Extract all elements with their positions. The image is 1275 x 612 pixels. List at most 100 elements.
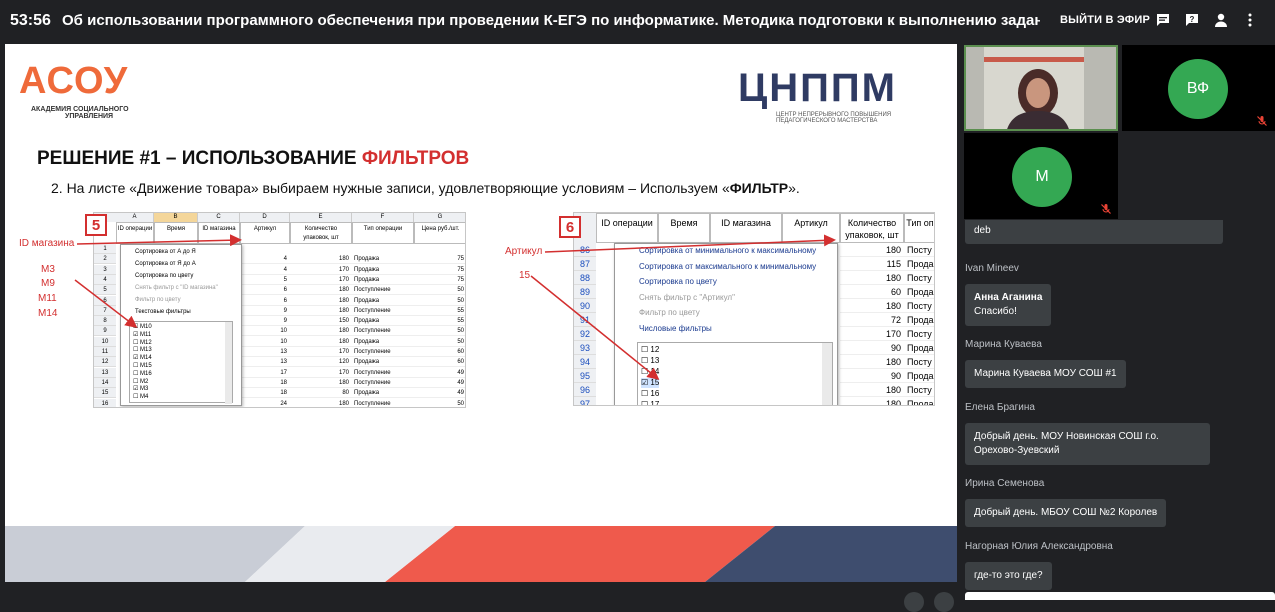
cell-type: Поступление: [352, 306, 414, 316]
filter-checkbox-item: ☐ 17: [641, 400, 660, 406]
chat-input[interactable]: [965, 592, 1275, 600]
chat-sender: Нагорная Юлия Александровна: [965, 541, 1113, 552]
column-letter: F: [352, 213, 414, 222]
row-number: 94: [574, 355, 596, 369]
dropdown-menu-item: Сортировка от минимального к максимально…: [639, 246, 817, 255]
row-number: 13: [94, 367, 116, 378]
cell-qty: 90: [840, 369, 904, 383]
cell-qty: 180: [840, 271, 904, 285]
dropdown-menu-item: Фильтр по цвету: [639, 308, 700, 317]
filter-dropdown: Сортировка от А до Я Сортировка от Я до А…: [120, 244, 242, 406]
cell-type: Посту: [904, 243, 934, 257]
filter-checkbox-item: ☐ M16: [133, 370, 152, 377]
cell-price: 50: [414, 326, 465, 337]
cell-type: Прода: [904, 257, 934, 271]
cell-qty: 60: [840, 285, 904, 299]
cell-type: Продажа: [352, 357, 414, 368]
column-letter: A: [116, 213, 154, 222]
column-header: Количество упаковок, шт: [840, 213, 904, 243]
cell-price: 50: [414, 337, 465, 347]
chat-sender: Марина Куваева: [965, 339, 1042, 350]
filter-checkbox-item: ☐ M2: [133, 378, 149, 385]
cell-type: Поступление: [352, 326, 414, 337]
cell-price: 50: [414, 296, 465, 306]
participant-tile-video[interactable]: [964, 45, 1118, 131]
slide-footer-band: [5, 526, 957, 582]
row-number: 89: [574, 285, 596, 299]
dropdown-menu-item: Снять фильтр с "ID магазина": [135, 285, 218, 291]
chat-icon[interactable]: [1153, 10, 1173, 30]
cell-price: 75: [414, 265, 465, 275]
participant-tile-vf[interactable]: ВФ: [1122, 45, 1275, 131]
chat-message: Анна Аганина Спасибо!: [965, 284, 1052, 326]
row-number: 92: [574, 327, 596, 341]
chat-message: где-то это где?: [965, 562, 1052, 590]
participant-tile-m[interactable]: М: [964, 133, 1118, 219]
filter-checkbox-item: ☑ M11: [133, 331, 152, 338]
help-icon[interactable]: ?: [1182, 10, 1202, 30]
filter-checkbox-item: ☐ M4: [133, 394, 149, 401]
cell-qty: 180: [840, 397, 904, 405]
cell-type: Поступление: [352, 399, 414, 408]
cell-type: Посту: [904, 327, 934, 341]
dropdown-menu-item: Фильтр по цвету: [135, 297, 181, 303]
avatar: ВФ: [1168, 59, 1228, 119]
row-number: 86: [574, 243, 596, 257]
row-number: 2: [94, 254, 116, 265]
row-number: 3: [94, 264, 116, 275]
cell-type: Продажа: [352, 265, 414, 275]
row-number: 88: [574, 271, 596, 285]
cell-qty: 90: [840, 341, 904, 355]
step-5-badge: 5: [85, 214, 107, 236]
control-button[interactable]: [904, 592, 924, 612]
cell-qty: 72: [840, 313, 904, 327]
filter-checkbox-item: ☑ 15: [641, 378, 660, 388]
cell-qty: 180: [290, 326, 352, 337]
cell-type: Поступление: [352, 347, 414, 357]
chat-message: Добрый день. МБОУ СОШ №2 Королев: [965, 499, 1167, 527]
row-number: 95: [574, 369, 596, 383]
cell-type: Посту: [904, 355, 934, 369]
column-letter: D: [240, 213, 290, 222]
row-number: 87: [574, 257, 596, 271]
person-icon[interactable]: [1211, 10, 1231, 30]
control-button[interactable]: [934, 592, 954, 612]
cell-type: Прода: [904, 369, 934, 383]
row-number: 6: [94, 295, 116, 306]
cell-qty: 180: [840, 355, 904, 369]
cell-qty: 170: [290, 347, 352, 357]
chat-sender: Елена Брагина: [965, 402, 1035, 413]
row-number: 7: [94, 305, 116, 316]
list-scrollbar: [822, 343, 832, 405]
top-bar: 53:56 Об использовании программного обес…: [0, 0, 1275, 42]
avatar: М: [1012, 147, 1072, 207]
cell-type: Посту: [904, 383, 934, 397]
cell-qty: 180: [840, 243, 904, 257]
cell-qty: 180: [840, 383, 904, 397]
more-icon[interactable]: [1240, 10, 1260, 30]
excel-sheet-left: A B C D E F G ID операции Время ID магазина Артику…: [93, 212, 466, 408]
slide-heading: РЕШЕНИЕ #1 – ИСПОЛЬЗОВАНИЕ ФИЛЬТРОВ: [37, 148, 470, 169]
dropdown-menu-item: Сортировка от Я до А: [135, 261, 196, 267]
cell-price: 50: [414, 285, 465, 296]
cell-qty: 150: [290, 316, 352, 327]
cell-articul: 17: [240, 368, 290, 378]
dropdown-menu-item: Текстовые фильтры: [135, 309, 191, 315]
filter-checkbox-item: ☐ 12: [641, 345, 660, 354]
cell-qty: 170: [840, 327, 904, 341]
filter-value-list: ☐ 12 ☐ 13 ☐ 14 ☑ 15 ☐ 16 ☐ 17: [637, 342, 833, 406]
chat-message: Добрый день. МОУ Новинская СОШ г.о. Орех…: [965, 423, 1210, 465]
column-header: Тип операции: [352, 222, 414, 244]
row-number: 90: [574, 299, 596, 313]
cell-qty: 180: [290, 399, 352, 408]
cell-articul: 9: [240, 306, 290, 316]
cell-price: 60: [414, 357, 465, 368]
column-header: Количество упаковок, шт: [290, 222, 352, 244]
cell-qty: 180: [290, 254, 352, 265]
go-live-exit-button[interactable]: ВЫЙТИ В ЭФИР: [1060, 14, 1150, 26]
cell-price: 55: [414, 306, 465, 316]
label-m9: М9: [41, 278, 55, 289]
cell-price: 75: [414, 254, 465, 265]
filter-checkbox-item: ☑ M14: [133, 355, 152, 362]
row-number: 93: [574, 341, 596, 355]
